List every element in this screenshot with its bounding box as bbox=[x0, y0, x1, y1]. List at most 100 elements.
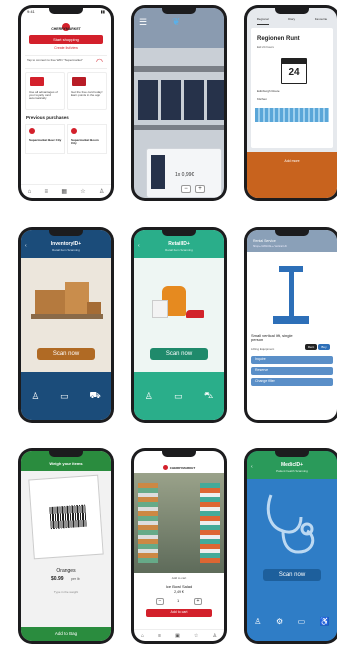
person-icon[interactable]: ♙ bbox=[145, 391, 153, 402]
phone-retailid: ‹ RetailID+ Retail Item Scanning Scan no… bbox=[131, 227, 227, 423]
product-category: Lifting Equipment bbox=[251, 347, 275, 351]
add-to-cart-button[interactable]: Add to cart bbox=[146, 609, 212, 617]
notch bbox=[49, 451, 83, 457]
phone-supermarket-home: 9:41 ▮▮ CHERRYMARKET Start shopping Creat… bbox=[18, 5, 114, 201]
butterfly-icon: ❦ bbox=[172, 17, 181, 28]
shelf bbox=[134, 66, 224, 72]
purchase-card[interactable]: Supermarket Boom City bbox=[67, 124, 107, 154]
shelf bbox=[134, 125, 224, 130]
tab-diary[interactable]: Diary bbox=[288, 17, 295, 25]
cart-icon[interactable]: ⛍ bbox=[204, 390, 213, 402]
buy-tag[interactable]: Buy bbox=[318, 344, 330, 350]
product-image bbox=[151, 155, 165, 189]
app-subtitle: Retail Item Scanning bbox=[165, 248, 193, 252]
list-icon[interactable]: ≡ bbox=[158, 633, 161, 639]
card-meta: Eid 24 hours bbox=[257, 45, 274, 49]
notch bbox=[162, 451, 196, 457]
plus-button[interactable]: + bbox=[194, 598, 202, 605]
tab-regional[interactable]: Regional bbox=[256, 17, 269, 25]
loyalty-card-image bbox=[30, 77, 44, 86]
milk-carton bbox=[138, 80, 158, 120]
inquire-button[interactable]: Inquire bbox=[251, 356, 333, 364]
profile-icon[interactable]: ♙ bbox=[99, 188, 104, 195]
add-to-bag-button[interactable]: Add to Bag bbox=[21, 627, 111, 641]
add-more-link[interactable]: Add more bbox=[247, 159, 337, 164]
card-icon[interactable]: ▭ bbox=[60, 391, 69, 402]
milk-carton bbox=[207, 80, 224, 120]
plus-button[interactable]: + bbox=[195, 185, 205, 193]
stethoscope-icon bbox=[266, 494, 315, 554]
tab-bar: ♙ ▭ ⛍ bbox=[134, 372, 224, 420]
change-filter-button[interactable]: Change filter bbox=[251, 378, 333, 386]
previous-purchases-heading: Previous purchases bbox=[26, 115, 69, 120]
scan-now-button[interactable]: Scan now bbox=[263, 569, 321, 581]
create-list-link[interactable]: Create list/view bbox=[21, 46, 111, 51]
profile-icon[interactable]: ♙ bbox=[212, 633, 216, 639]
box bbox=[35, 290, 65, 314]
card-icon[interactable]: ▭ bbox=[298, 617, 306, 626]
app-title: InventoryID+ bbox=[50, 241, 82, 247]
person-icon[interactable]: ♙ bbox=[254, 617, 261, 626]
wifi-banner[interactable]: Tap to connect to free WiFi "Supermarket… bbox=[25, 55, 107, 69]
minus-button[interactable]: − bbox=[181, 185, 191, 193]
star-icon[interactable]: ☆ bbox=[194, 633, 198, 639]
phone-rental: Rental Service Shop ▸ MANUAL ▸ Vertical … bbox=[244, 227, 337, 423]
store-icon bbox=[29, 128, 35, 134]
tab-favourite[interactable]: Favourite bbox=[315, 17, 328, 25]
card-kitchen: Kitchen bbox=[257, 97, 268, 101]
loyalty-card-2[interactable]: Get the free card today! Earn points in … bbox=[67, 72, 107, 110]
shopping-bag bbox=[152, 300, 168, 318]
lift-base bbox=[273, 316, 309, 324]
app-subtitle: Patient health Scanning bbox=[276, 469, 308, 473]
app-subtitle: Retail Item Scanning bbox=[52, 248, 80, 252]
home-icon[interactable]: ⌂ bbox=[141, 633, 144, 639]
quantity: 1 bbox=[177, 598, 180, 603]
minus-button[interactable]: − bbox=[156, 598, 164, 605]
item-name: Oranges bbox=[56, 568, 76, 574]
milk-carton bbox=[184, 80, 204, 120]
item-price: $0.99 bbox=[51, 576, 64, 582]
star-icon[interactable]: ☆ bbox=[80, 188, 85, 195]
status-time: 9:41 bbox=[27, 9, 35, 14]
purchase-card[interactable]: Supermarket Beer City bbox=[25, 124, 65, 154]
product-price: 2,49 € bbox=[174, 590, 184, 594]
tab-bar: ♙ ⚙ ▭ ♿ bbox=[247, 601, 337, 641]
loyalty-card-text: Use all advantages of your loyalty card … bbox=[29, 90, 58, 100]
list-icon[interactable]: ≡ bbox=[45, 189, 49, 195]
breadcrumb: Shop ▸ MANUAL ▸ Vertical Lift bbox=[253, 245, 287, 248]
menu-icon[interactable]: ☰ bbox=[139, 18, 147, 27]
store-name: Supermarket Boom City bbox=[71, 138, 99, 145]
person-icon[interactable]: ♙ bbox=[31, 391, 39, 402]
tab-bar: ⌂ ≡ ▣ ☆ ♙ bbox=[134, 629, 224, 641]
phone-shelf-scan: ☰ ❦ 1x 0,99€ − + bbox=[131, 5, 227, 201]
patient-icon[interactable]: ♿ bbox=[320, 617, 330, 626]
pallet bbox=[31, 314, 103, 319]
rent-tag[interactable]: Rent bbox=[305, 344, 317, 350]
loyalty-card-text: Get the free card today! Earn points in … bbox=[71, 90, 103, 97]
gear-icon[interactable]: ⚙ bbox=[276, 617, 283, 626]
shelf-right bbox=[200, 483, 220, 563]
store-name: Supermarket Beer City bbox=[29, 138, 62, 142]
start-shopping-button[interactable]: Start shopping bbox=[29, 35, 103, 44]
reserve-button[interactable]: Reserve bbox=[251, 367, 333, 375]
card-icon[interactable]: ▭ bbox=[174, 391, 183, 402]
product-popup[interactable]: 1x 0,99€ − + bbox=[146, 148, 222, 198]
phone-medicid: ‹ MedicID+ Patient health Scanning Scan … bbox=[244, 448, 337, 644]
wifi-text: Tap to connect to free WiFi "Supermarket… bbox=[27, 58, 83, 62]
battery-icon: ▮▮ bbox=[100, 9, 105, 14]
tabs: Regional Diary Favourite bbox=[247, 17, 337, 25]
tab-bar: ⌂ ≡ ▦ ☆ ♙ bbox=[21, 184, 111, 198]
truck-icon[interactable]: ⛟ bbox=[89, 390, 100, 402]
scan-icon[interactable]: ▣ bbox=[175, 633, 180, 639]
scan-now-button[interactable]: Scan now bbox=[150, 348, 208, 360]
phone-inventoryid: ‹ InventoryID+ Retail Item Scanning Scan… bbox=[18, 227, 114, 423]
event-card[interactable]: Regionen Runt Eid 24 hours 24 Edinburgh … bbox=[251, 28, 333, 148]
product-name: Ice Bowl Salad bbox=[165, 584, 193, 589]
loyalty-card-1[interactable]: Use all advantages of your loyalty card … bbox=[25, 72, 65, 110]
scan-now-button[interactable]: Scan now bbox=[37, 348, 95, 360]
app-title: MedicID+ bbox=[280, 462, 304, 468]
loyalty-card-image bbox=[72, 77, 86, 86]
weight-input[interactable]: Type in the weight bbox=[21, 591, 111, 594]
scan-icon[interactable]: ▦ bbox=[61, 188, 67, 195]
home-icon[interactable]: ⌂ bbox=[28, 189, 32, 195]
